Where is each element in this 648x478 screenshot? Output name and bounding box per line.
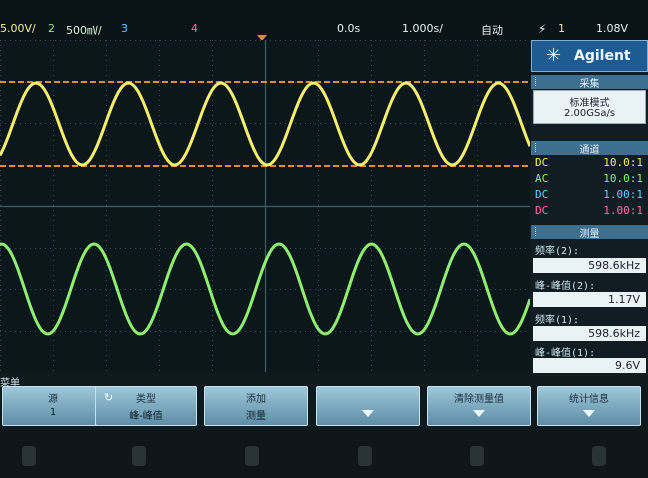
trigger-level[interactable]: 1.08V xyxy=(596,22,628,35)
softkey-settings[interactable] xyxy=(316,386,420,426)
softkey-source[interactable]: 源 1 xyxy=(2,386,104,426)
measure-value: 1.17V xyxy=(607,293,640,306)
acquire-info: 标准模式 2.00GSa/s xyxy=(533,90,646,124)
channel-3-row[interactable]: DC 1.00:1 xyxy=(535,188,643,203)
status-bar: 5.00V/ 2 500㎷/ 3 4 0.0s 1.000s/ 自动 ⚡ 1 1… xyxy=(0,0,648,41)
ch1-scale[interactable]: 5.00V/ xyxy=(0,22,36,35)
bezel-button-5[interactable] xyxy=(470,446,484,466)
chevron-down-icon xyxy=(583,410,595,417)
measure-label: 频率(1): xyxy=(535,315,580,326)
measure-label: 峰-峰值(2): xyxy=(535,281,596,292)
chevron-down-icon xyxy=(362,410,374,417)
waveform-display[interactable] xyxy=(0,40,530,372)
measure-header[interactable]: 测量 xyxy=(531,225,648,240)
channel-1-row[interactable]: DC 10.0:1 xyxy=(535,156,643,171)
softkey-statistics[interactable]: 统计信息 xyxy=(537,386,641,426)
ch2-scale[interactable]: 500㎷/ xyxy=(66,22,102,38)
measure-value: 598.6kHz xyxy=(588,259,640,272)
softkey-type[interactable]: ↻ 类型 峰-峰值 xyxy=(95,386,197,426)
softkey-add-measurement[interactable]: 添加 测量 xyxy=(204,386,308,426)
channel-4-row[interactable]: DC 1.00:1 xyxy=(535,204,643,219)
agilent-spark-icon: ✳ xyxy=(546,45,562,66)
acquire-header[interactable]: 采集 xyxy=(531,75,648,90)
oscilloscope-screen: 5.00V/ 2 500㎷/ 3 4 0.0s 1.000s/ 自动 ⚡ 1 1… xyxy=(0,0,648,478)
bezel-button-3[interactable] xyxy=(245,446,259,466)
right-panel: ✳ Agilent 采集 标准模式 2.00GSa/s 通道 DC 10.0:1… xyxy=(531,40,648,376)
waveform-canvas xyxy=(0,40,530,372)
bezel-button-4[interactable] xyxy=(358,446,372,466)
time-position[interactable]: 0.0s xyxy=(337,22,360,35)
ch2-number[interactable]: 2 xyxy=(48,22,55,35)
channels-header[interactable]: 通道 xyxy=(531,141,648,156)
trigger-mode[interactable]: 自动 xyxy=(481,22,503,38)
measure-label: 频率(2): xyxy=(535,246,580,257)
chevron-down-icon xyxy=(473,410,485,417)
sample-rate: 2.00GSa/s xyxy=(563,108,616,119)
channel-2-row[interactable]: AC 10.0:1 xyxy=(535,172,643,187)
trigger-source[interactable]: 1 xyxy=(558,22,565,35)
ch3-number[interactable]: 3 xyxy=(121,22,128,35)
agilent-logo: ✳ Agilent xyxy=(531,40,648,72)
softkey-clear-measurements[interactable]: 清除测量值 xyxy=(427,386,531,426)
softkey-bar: 源 1 ↻ 类型 峰-峰值 添加 测量 清除测量值 统计信息 xyxy=(0,386,648,428)
bezel-button-6[interactable] xyxy=(592,446,606,466)
bezel-button-1[interactable] xyxy=(22,446,36,466)
brand-name: Agilent xyxy=(574,48,631,64)
bezel-button-2[interactable] xyxy=(132,446,146,466)
graticule xyxy=(0,40,530,372)
measure-value: 598.6kHz xyxy=(588,327,640,340)
instrument-bezel xyxy=(0,430,648,478)
ch4-number[interactable]: 4 xyxy=(191,22,198,35)
time-scale[interactable]: 1.000s/ xyxy=(402,22,443,35)
trigger-edge-icon: ⚡ xyxy=(538,22,547,36)
measure-label: 峰-峰值(1): xyxy=(535,348,596,359)
acquire-mode: 标准模式 xyxy=(569,98,610,109)
measure-value: 9.6V xyxy=(614,359,640,372)
